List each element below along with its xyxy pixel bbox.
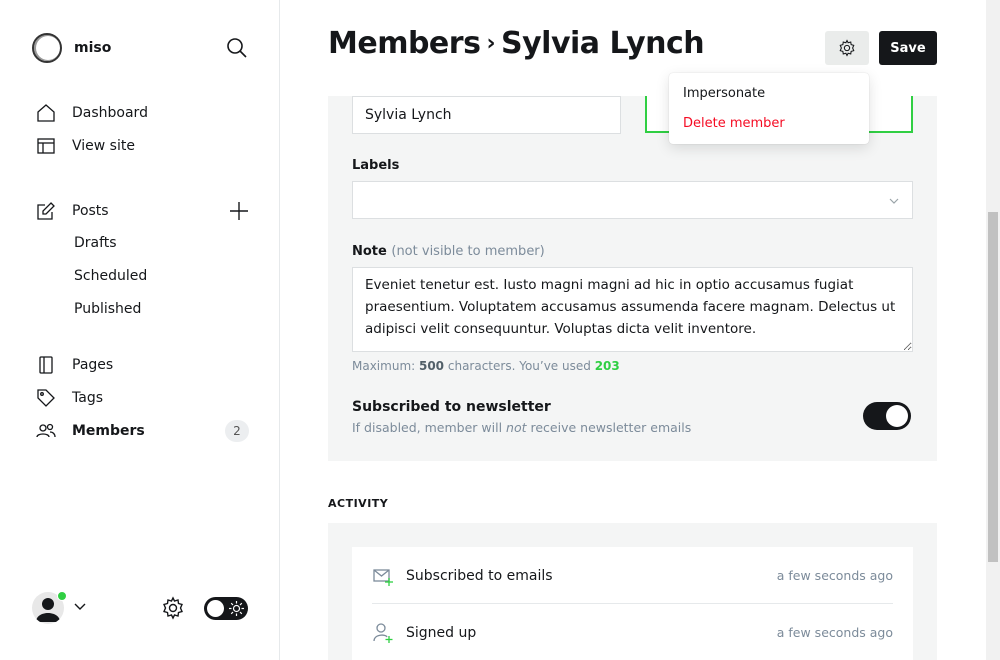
member-name-title: Sylvia Lynch (501, 26, 705, 61)
list-item: Signed up a few seconds ago (372, 604, 893, 660)
note-hint: (not visible to member) (391, 244, 545, 259)
activity-panel: Subscribed to emails a few seconds ago S… (328, 523, 937, 660)
nav-posts-label: Posts (72, 203, 109, 219)
nav-published[interactable]: Published (74, 301, 141, 317)
newsletter-desc-em: not (506, 420, 527, 435)
note-textarea[interactable]: Eveniet tenetur est. Iusto magni magni a… (352, 267, 913, 352)
impersonate-menu-item[interactable]: Impersonate (683, 86, 765, 101)
note-label: Note (not visible to member) (352, 244, 545, 259)
search-icon[interactable] (226, 37, 248, 59)
page-icon (39, 356, 53, 374)
nav-dashboard-label: Dashboard (72, 105, 148, 121)
activity-heading: ACTIVITY (328, 497, 389, 510)
char-counter: Maximum: 500 characters. You’ve used 203 (352, 359, 620, 373)
save-button[interactable]: Save (879, 31, 937, 65)
breadcrumb-members[interactable]: Members (328, 26, 481, 61)
newsletter-title: Subscribed to newsletter (352, 399, 551, 415)
chevron-down-icon[interactable] (73, 600, 87, 614)
sun-icon (229, 601, 244, 616)
members-icon (36, 423, 56, 438)
activity-time: a few seconds ago (776, 625, 893, 640)
envelope-plus-icon (373, 568, 393, 586)
activity-text: Subscribed to emails (406, 567, 553, 584)
activity-time: a few seconds ago (776, 568, 893, 583)
brand[interactable]: miso (32, 33, 111, 63)
edit-icon (37, 202, 55, 220)
delete-member-menu-item[interactable]: Delete member (683, 116, 785, 131)
site-logo-icon (32, 33, 62, 63)
new-post-plus-icon[interactable] (228, 200, 250, 222)
name-field[interactable]: Sylvia Lynch (352, 96, 621, 134)
breadcrumb-separator: › (486, 31, 496, 56)
nav-members-label: Members (72, 423, 145, 439)
nav-tags[interactable]: Tags (36, 386, 103, 410)
list-item: Subscribed to emails a few seconds ago (372, 547, 893, 604)
newsletter-description: If disabled, member will not receive new… (352, 420, 691, 435)
layout-icon (37, 138, 55, 154)
newsletter-toggle[interactable] (863, 402, 911, 430)
home-icon (37, 104, 55, 122)
user-plus-icon (373, 622, 393, 643)
scrollbar-thumb[interactable] (988, 212, 998, 562)
nav-pages[interactable]: Pages (36, 353, 113, 377)
newsletter-toggle-knob (886, 405, 908, 427)
theme-toggle[interactable] (204, 597, 248, 620)
page-title: Members › Sylvia Lynch (328, 26, 705, 61)
tag-icon (37, 389, 55, 407)
activity-text: Signed up (406, 624, 477, 641)
nav-view-site[interactable]: View site (36, 134, 135, 158)
nav-members[interactable]: Members (36, 419, 145, 443)
char-counter-prefix: Maximum: (352, 359, 419, 373)
char-used: 203 (594, 359, 620, 373)
nav-posts[interactable]: Posts (36, 199, 109, 223)
nav-pages-label: Pages (72, 357, 114, 373)
note-label-text: Note (352, 244, 387, 259)
online-status-dot (57, 591, 67, 601)
theme-toggle-knob (207, 600, 224, 617)
newsletter-desc-post: receive newsletter emails (526, 420, 692, 435)
char-max: 500 (418, 359, 445, 373)
members-count-badge: 2 (225, 420, 249, 442)
nav-view-site-label: View site (72, 138, 135, 154)
char-counter-mid: characters. You’ve used (444, 359, 595, 373)
member-details-panel: Sylvia Lynch Labels Note (not visible to… (328, 96, 937, 461)
newsletter-desc-pre: If disabled, member will (352, 420, 507, 435)
chevron-down-icon (889, 198, 899, 204)
nav-tags-label: Tags (72, 390, 103, 406)
member-actions-menu: Impersonate Delete member (669, 73, 869, 144)
site-name: miso (74, 40, 112, 56)
labels-label: Labels (352, 158, 400, 173)
scrollbar[interactable] (986, 0, 1000, 660)
labels-select[interactable] (352, 181, 913, 219)
main-content: Members › Sylvia Lynch Save Sylvia Lynch L… (280, 0, 986, 660)
nav-dashboard[interactable]: Dashboard (36, 101, 148, 125)
nav-drafts[interactable]: Drafts (74, 235, 117, 251)
member-actions-button[interactable] (825, 31, 869, 65)
gear-icon (839, 39, 855, 57)
activity-list: Subscribed to emails a few seconds ago S… (352, 547, 913, 660)
gear-icon[interactable] (161, 596, 185, 620)
nav-scheduled[interactable]: Scheduled (74, 268, 147, 284)
sidebar: miso Dashboard View site Posts Drafts Sc… (0, 0, 280, 660)
